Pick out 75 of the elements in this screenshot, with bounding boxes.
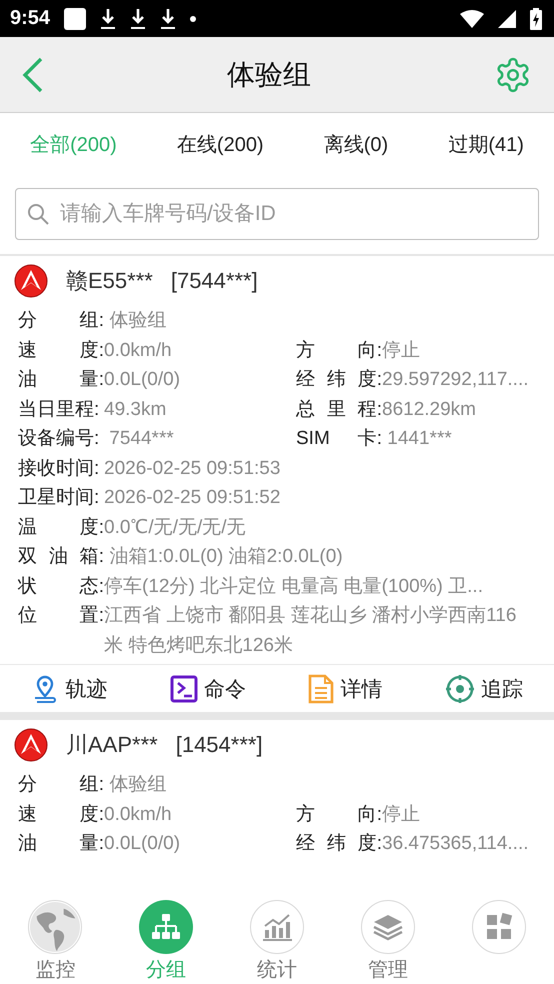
vehicle-plate: 赣E55*** xyxy=(66,267,153,295)
field-value: 油箱1:0.0L(0) 油箱2:0.0L(0) xyxy=(108,545,344,569)
status-time: 9:54 xyxy=(10,7,50,30)
field-value: 8612.29km xyxy=(382,398,478,422)
field-value: 0.0L(0/0) xyxy=(104,832,182,856)
field-label: 总 里 程: xyxy=(296,398,382,422)
field-label: 油 量: xyxy=(18,832,104,856)
app-notification-icon xyxy=(64,8,86,30)
layers-icon xyxy=(372,912,404,942)
field-label: 双 油 箱: xyxy=(18,545,104,569)
command-button[interactable]: 命令 xyxy=(164,674,252,704)
field-value: 2026-02-25 09:51:53 xyxy=(104,456,282,480)
field-label: 分 组: xyxy=(18,773,104,797)
field-value: 49.3km xyxy=(104,398,168,422)
field-value: 29.597292,117.... xyxy=(382,368,530,392)
field-value: 0.0km/h xyxy=(104,802,173,826)
search-bar[interactable]: 请输入车牌号码/设备ID xyxy=(15,188,539,240)
wifi-icon xyxy=(460,10,484,28)
field-label: 速 度: xyxy=(18,338,104,362)
nav-tab[interactable]: 统计 xyxy=(236,900,317,983)
field-value: 停车(12分) 北斗定位 电量高 电量(100%) 卫... xyxy=(104,574,484,598)
field-value: 停止 xyxy=(382,802,421,826)
dot-icon xyxy=(190,16,196,22)
back-button[interactable] xyxy=(22,56,44,92)
field-label: 卫星时间: xyxy=(18,486,100,510)
field-label: 位 置: xyxy=(18,604,104,628)
details-button[interactable]: 详情 xyxy=(302,672,388,704)
field-value: 0.0℃/无/无/无/无 xyxy=(104,516,247,540)
field-label: 设备编号: xyxy=(18,427,100,451)
field-label: 经 纬 度: xyxy=(296,832,382,856)
follow-button[interactable]: 追踪 xyxy=(438,672,529,704)
document-icon xyxy=(308,674,334,704)
field-value: 体验组 xyxy=(108,773,168,797)
signal-icon xyxy=(498,10,516,28)
device-number: [7544***] xyxy=(170,268,258,294)
field-label: 方 向: xyxy=(296,338,382,362)
field-label: 温 度: xyxy=(18,516,104,540)
field-label: 分 组: xyxy=(18,309,104,333)
nav-tab[interactable]: 监控 xyxy=(15,900,96,983)
field-value: 7544*** xyxy=(108,427,175,451)
field-value: 36.475365,114.... xyxy=(382,832,530,856)
download-icon xyxy=(130,8,146,30)
field-value: 江西省 上饶市 鄱阳县 莲花山乡 潘村小学西南116米 特色烤吧东北126米 xyxy=(104,604,518,658)
target-icon xyxy=(444,674,475,704)
filter-tab[interactable]: 过期(41) xyxy=(444,124,528,164)
terminal-icon xyxy=(170,674,198,702)
field-label: 经 纬 度: xyxy=(296,368,382,392)
download-icon xyxy=(160,8,176,30)
org-chart-icon xyxy=(151,912,182,942)
page-title: 体验组 xyxy=(227,58,311,92)
field-label: 状 态: xyxy=(18,574,104,598)
field-value: 0.0L(0/0) xyxy=(104,368,182,392)
field-label: SIM 卡: xyxy=(296,427,382,451)
download-icon xyxy=(100,8,116,30)
search-icon xyxy=(26,202,50,226)
track-button[interactable]: 轨迹 xyxy=(25,674,114,704)
nav-tab[interactable]: 管理 xyxy=(348,900,428,983)
field-value: 2026-02-25 09:51:52 xyxy=(104,486,282,510)
battery-icon xyxy=(530,8,542,30)
bar-chart-icon xyxy=(260,912,293,942)
filter-tab[interactable]: 离线(0) xyxy=(320,124,392,164)
globe-icon xyxy=(29,900,82,954)
search-input[interactable]: 请输入车牌号码/设备ID xyxy=(58,201,528,227)
field-label: 速 度: xyxy=(18,802,104,826)
field-value: 体验组 xyxy=(108,309,168,333)
field-value: 1441*** xyxy=(386,427,453,451)
filter-tab[interactable]: 在线(200) xyxy=(172,124,268,164)
field-label: 当日里程: xyxy=(18,398,100,422)
field-value: 0.0km/h xyxy=(104,338,173,362)
vehicle-plate: 川AAP*** xyxy=(66,731,158,759)
field-label: 方 向: xyxy=(296,802,382,826)
field-value: 停止 xyxy=(382,338,421,362)
field-label: 油 量: xyxy=(18,368,104,392)
field-label: 接收时间: xyxy=(18,456,100,480)
device-number: [1454***] xyxy=(176,732,263,758)
